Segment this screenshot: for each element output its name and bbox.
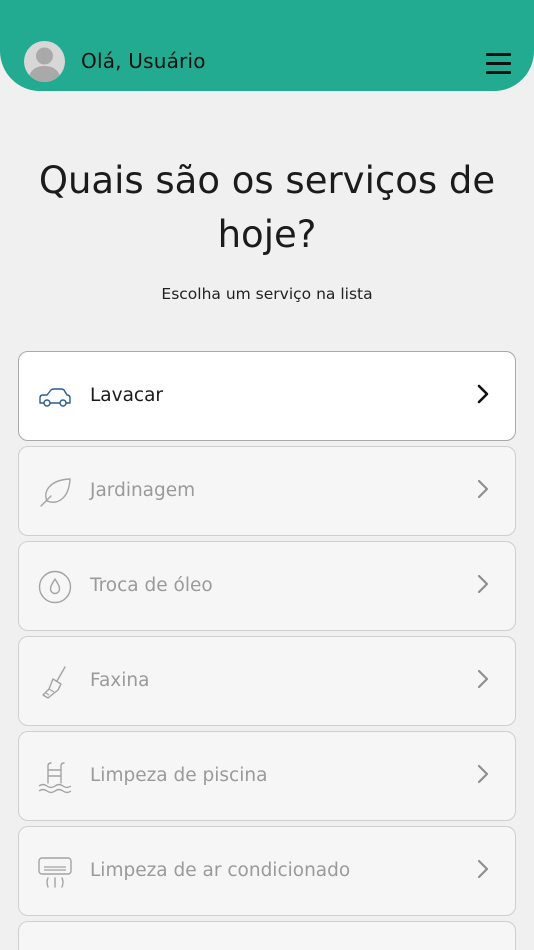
service-item-jardinagem[interactable]: Jardinagem (18, 446, 516, 536)
service-item-limpeza-de-piscina[interactable]: Limpeza de piscina (18, 731, 516, 821)
pool-ladder-icon (38, 762, 72, 794)
service-item-partial[interactable] (18, 921, 516, 950)
service-label: Limpeza de ar condicionado (90, 860, 351, 881)
chevron-right-icon (477, 859, 489, 879)
service-label: Troca de óleo (90, 575, 213, 596)
page-subtitle: Escolha um serviço na lista (161, 285, 373, 303)
service-item-faxina[interactable]: Faxina (18, 636, 516, 726)
service-label: Jardinagem (90, 480, 196, 501)
leaf-icon (40, 478, 71, 507)
page-title: Quais são os serviços de hoje? (38, 159, 496, 256)
app-header: Olá, Usuário (0, 0, 534, 91)
hamburger-menu-icon[interactable] (486, 53, 511, 75)
car-icon (39, 388, 71, 407)
chevron-right-icon (477, 574, 489, 594)
service-label: Limpeza de piscina (90, 765, 268, 786)
user-avatar-icon[interactable] (24, 41, 65, 82)
broom-icon (42, 666, 66, 699)
service-item-troca-de-oleo[interactable]: Troca de óleo (18, 541, 516, 631)
chevron-right-icon (477, 479, 489, 499)
service-item-limpeza-de-ar-condicionado[interactable]: Limpeza de ar condicionado (18, 826, 516, 916)
chevron-right-icon (477, 384, 489, 404)
air-conditioner-icon (38, 857, 72, 888)
greeting-text: Olá, Usuário (81, 49, 206, 73)
chevron-right-icon (477, 764, 489, 784)
service-item-lavacar[interactable]: Lavacar (18, 351, 516, 441)
service-label: Faxina (90, 670, 150, 691)
service-label: Lavacar (90, 385, 164, 406)
oil-drop-icon (38, 570, 72, 604)
chevron-right-icon (477, 669, 489, 689)
